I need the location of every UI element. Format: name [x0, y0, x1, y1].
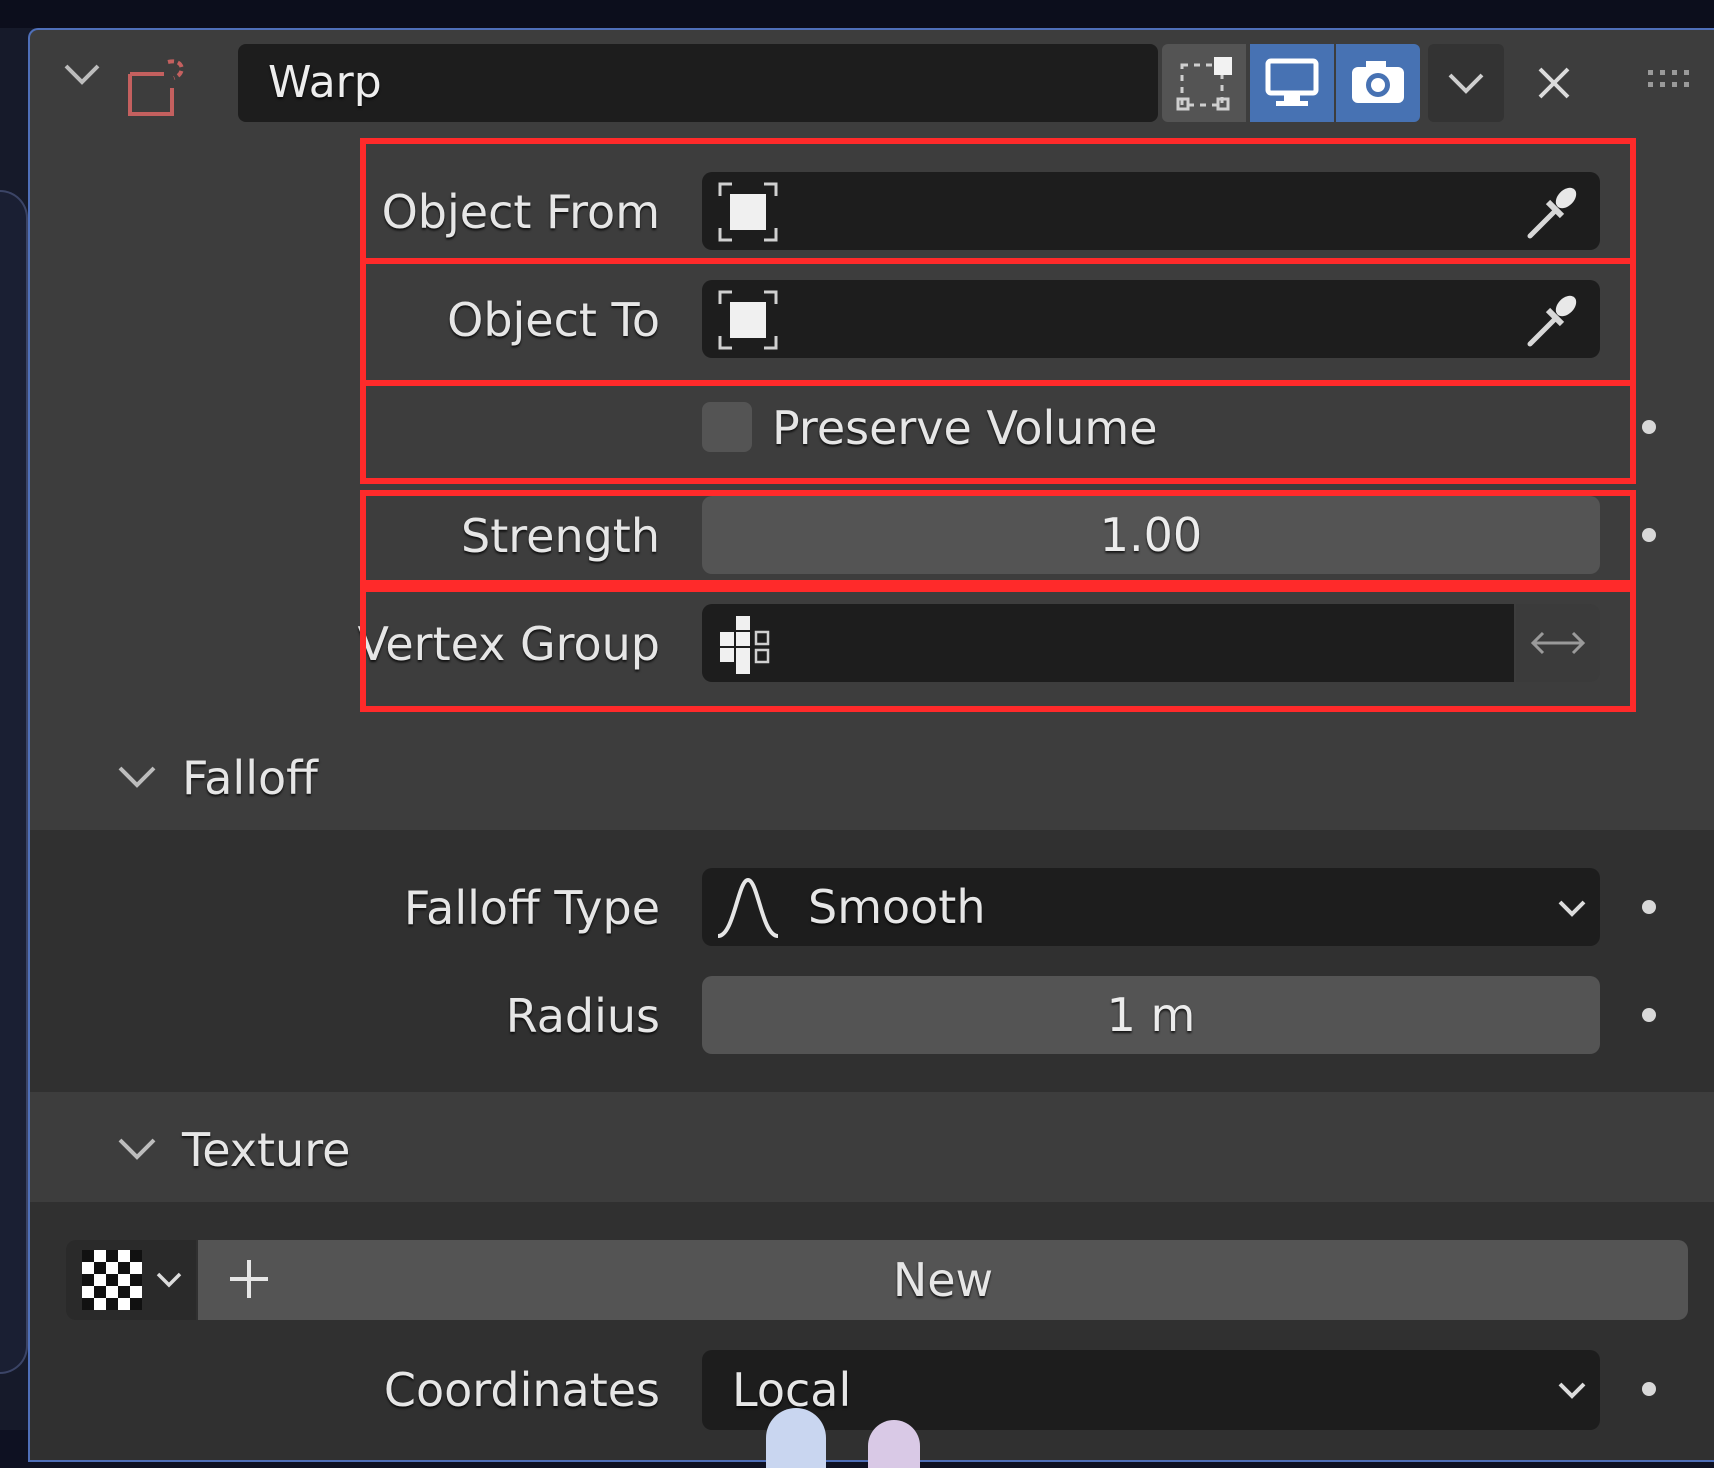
realtime-display-toggle[interactable]: [1250, 44, 1334, 122]
modifier-name-text: Warp: [268, 57, 382, 108]
highlight-box: [360, 258, 1636, 386]
viewport-object-shape: [868, 1420, 920, 1468]
keyframe-dot[interactable]: [1642, 528, 1656, 542]
modifier-extra-dropdown[interactable]: [1428, 44, 1504, 122]
window-top-strip: [0, 0, 1714, 28]
keyframe-dot[interactable]: [1642, 1382, 1656, 1396]
highlight-box: [360, 586, 1636, 712]
checker-texture-icon: [82, 1250, 142, 1314]
viewport-edge: [0, 190, 28, 1374]
radius-value-field[interactable]: 1 m: [702, 976, 1600, 1054]
collapse-chevron-icon[interactable]: [60, 52, 104, 105]
dropdown-chevron-icon: [1448, 73, 1484, 94]
edit-mode-icon: [1176, 57, 1232, 111]
remove-modifier-button[interactable]: [1512, 44, 1596, 122]
close-icon: [1538, 67, 1570, 99]
highlight-box: [360, 138, 1636, 264]
chevron-down-icon: [1554, 894, 1590, 928]
render-camera-icon: [1352, 61, 1404, 103]
chevron-down-icon: [154, 1268, 184, 1298]
keyframe-dot[interactable]: [1642, 1008, 1656, 1022]
texture-section-title[interactable]: Texture: [182, 1112, 350, 1188]
new-texture-label: New: [892, 1253, 994, 1307]
drag-handle-icon: [1648, 70, 1689, 87]
falloff-section-title[interactable]: Falloff: [182, 740, 318, 816]
falloff-collapse-chevron-icon[interactable]: [112, 754, 162, 802]
chevron-down-icon: [1554, 1376, 1590, 1410]
keyframe-dot[interactable]: [1642, 420, 1656, 434]
smooth-falloff-icon: [714, 874, 784, 944]
radius-label: Radius: [505, 989, 660, 1043]
render-toggle[interactable]: [1336, 44, 1420, 122]
warp-modifier-icon: [124, 54, 188, 122]
falloff-type-label: Falloff Type: [403, 881, 660, 935]
edit-mode-toggle[interactable]: [1162, 44, 1246, 122]
coordinates-label: Coordinates: [383, 1363, 660, 1417]
realtime-display-icon: [1265, 58, 1319, 106]
highlight-box: [360, 380, 1636, 484]
highlight-box: [360, 490, 1636, 586]
keyframe-dot[interactable]: [1642, 900, 1656, 914]
falloff-type-value: Smooth: [808, 880, 986, 934]
viewport-object-shape: [766, 1408, 826, 1468]
texture-collapse-chevron-icon[interactable]: [112, 1126, 162, 1174]
drag-handle[interactable]: [1646, 66, 1696, 98]
